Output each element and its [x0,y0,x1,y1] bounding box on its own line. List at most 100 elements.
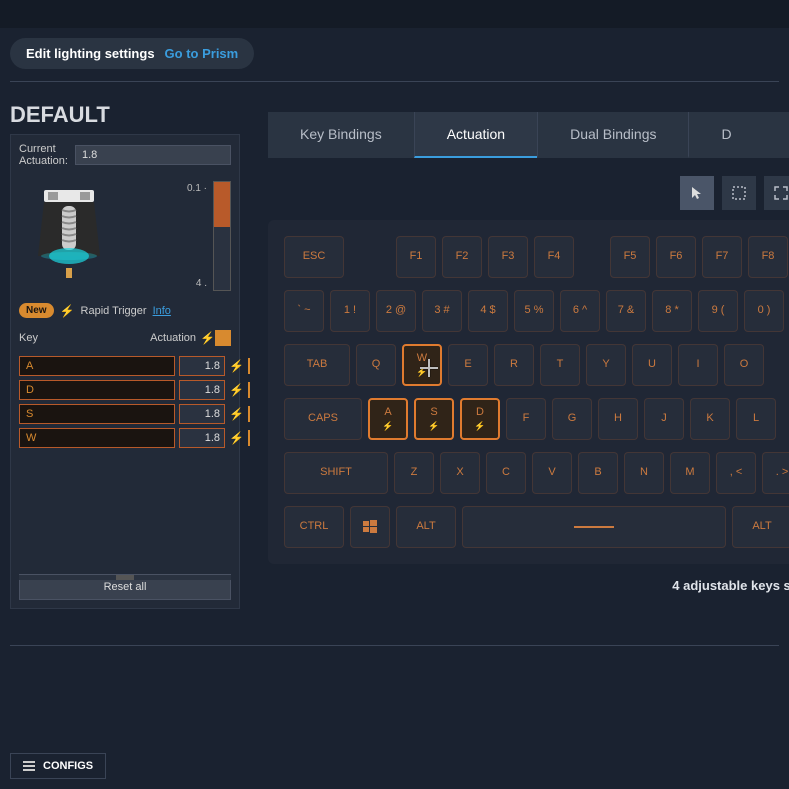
key-z[interactable]: Z [394,452,434,494]
app-titlebar [0,0,789,28]
key-x[interactable]: X [440,452,480,494]
key-c[interactable]: C [486,452,526,494]
actuation-header: Actuation [130,332,200,344]
rapid-trigger-info-link[interactable]: Info [153,305,171,317]
key-shift[interactable]: SHIFT [284,452,388,494]
scale-min: 0.1 · [187,183,207,194]
key-alt[interactable]: ALT [396,506,456,548]
current-actuation-input[interactable] [75,145,231,165]
tab-bar: Key BindingsActuationDual BindingsD [268,112,789,158]
key-f5[interactable]: F5 [610,236,650,278]
key-r[interactable]: R [494,344,534,386]
key-9[interactable]: 9 ( [698,290,738,332]
key-b[interactable]: B [578,452,618,494]
key-[interactable]: . > [762,452,789,494]
color-swatch[interactable] [248,406,250,422]
key-s[interactable]: S⚡ [414,398,454,440]
key-7[interactable]: 7 & [606,290,646,332]
tab-d[interactable]: D [688,112,763,158]
key-d[interactable]: D⚡ [460,398,500,440]
key-actuation-row: ⚡ [19,356,231,376]
key-esc[interactable]: ESC [284,236,344,278]
key-i[interactable]: I [678,344,718,386]
bolt-icon: ⚡ [200,331,215,345]
key-g[interactable]: G [552,398,592,440]
actuation-gauge[interactable] [213,181,231,291]
key-win[interactable] [350,506,390,548]
tab-key-bindings[interactable]: Key Bindings [268,112,414,158]
select-all-button[interactable] [764,176,789,210]
key-w[interactable]: W⚡ [402,344,442,386]
keyboard-view: ESC F1F2F3F4 F5F6F7F8 ` ~1 !2 @3 #4 $5 %6 ^… [268,220,789,564]
key-t[interactable]: T [540,344,580,386]
key-h[interactable]: H [598,398,638,440]
bolt-icon: ⚡ [229,383,244,397]
key-3[interactable]: 3 # [422,290,462,332]
key-0[interactable]: 0 ) [744,290,784,332]
key-o[interactable]: O [724,344,764,386]
key-6[interactable]: 6 ^ [560,290,600,332]
key-alt[interactable]: ALT [732,506,789,548]
color-swatch[interactable] [248,382,250,398]
key-k[interactable]: K [690,398,730,440]
go-to-prism-link[interactable]: Go to Prism [165,46,239,61]
configs-button[interactable]: CONFIGS [10,753,106,779]
key-n[interactable]: N [624,452,664,494]
key-l[interactable]: L [736,398,776,440]
bolt-icon: ⚡ [229,407,244,421]
key-j[interactable]: J [644,398,684,440]
key-[interactable]: , < [716,452,756,494]
key-f[interactable]: F [506,398,546,440]
bolt-icon: ⚡ [229,359,244,373]
bolt-icon: ⚡ [229,431,244,445]
key-f2[interactable]: F2 [442,236,482,278]
key-e[interactable]: E [448,344,488,386]
key-f7[interactable]: F7 [702,236,742,278]
key-q[interactable]: Q [356,344,396,386]
key-f8[interactable]: F8 [748,236,788,278]
key-ctrl[interactable]: CTRL [284,506,344,548]
key-y[interactable]: Y [586,344,626,386]
key-8[interactable]: 8 * [652,290,692,332]
key-v[interactable]: V [532,452,572,494]
key-header: Key [19,332,130,344]
switch-illustration [19,181,119,291]
horizontal-scrollbar[interactable] [19,575,231,580]
key-f1[interactable]: F1 [396,236,436,278]
key-name-input[interactable] [19,428,175,448]
key-u[interactable]: U [632,344,672,386]
selection-toolbar [268,158,789,220]
key-name-input[interactable] [19,404,175,424]
key-name-input[interactable] [19,356,175,376]
color-swatch[interactable] [248,358,250,374]
key-space[interactable] [462,506,726,548]
key-2[interactable]: 2 @ [376,290,416,332]
color-swatch[interactable] [248,430,250,446]
key-actuation-input[interactable] [179,404,225,424]
key-actuation-input[interactable] [179,380,225,400]
cursor-tool-button[interactable] [680,176,714,210]
key-actuation-input[interactable] [179,428,225,448]
key-4[interactable]: 4 $ [468,290,508,332]
key-f3[interactable]: F3 [488,236,528,278]
rapid-trigger-label: Rapid Trigger [81,305,147,317]
key-name-input[interactable] [19,380,175,400]
actuation-sidebar: Current Actuation: 0.1 · [10,134,240,609]
key-m[interactable]: M [670,452,710,494]
list-icon [23,761,35,771]
key-f4[interactable]: F4 [534,236,574,278]
key-5[interactable]: 5 % [514,290,554,332]
key-f6[interactable]: F6 [656,236,696,278]
tab-actuation[interactable]: Actuation [414,112,537,158]
key-a[interactable]: A⚡ [368,398,408,440]
key-caps[interactable]: CAPS [284,398,362,440]
key-tab[interactable]: TAB [284,344,350,386]
main-panel: Key BindingsActuationDual BindingsD ESC F… [268,112,789,609]
color-swatch[interactable] [215,330,231,346]
key-[interactable]: ` ~ [284,290,324,332]
key-actuation-input[interactable] [179,356,225,376]
marquee-tool-button[interactable] [722,176,756,210]
tab-dual-bindings[interactable]: Dual Bindings [537,112,688,158]
configs-label: CONFIGS [43,760,93,772]
key-1[interactable]: 1 ! [330,290,370,332]
